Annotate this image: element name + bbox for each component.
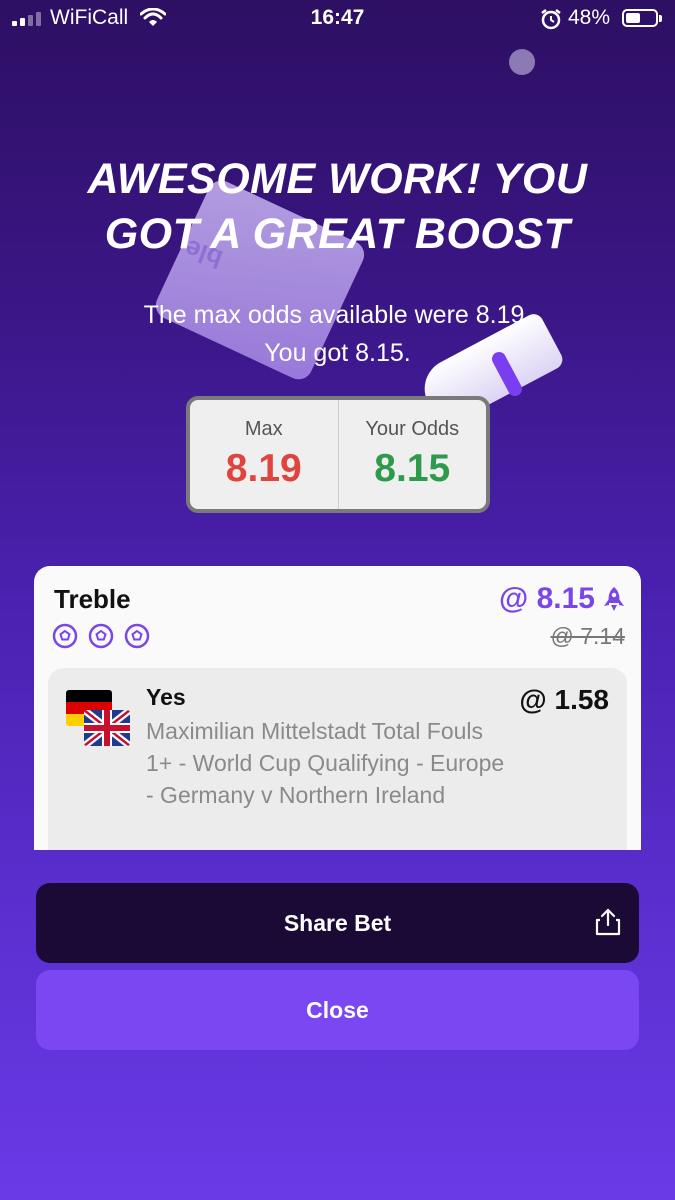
football-icon xyxy=(124,623,150,649)
your-odds-column: Your Odds 8.15 xyxy=(337,400,487,509)
leg-selection: Yes xyxy=(146,684,186,710)
close-button[interactable]: Close xyxy=(36,970,639,1050)
bet-card: Treble @ 8.15 @ 7.14 Yes @ 1.58 Maximili… xyxy=(34,566,641,850)
subtext-line-1: The max odds available were 8.19. xyxy=(143,301,532,329)
football-icon xyxy=(52,623,78,649)
battery-icon xyxy=(622,9,662,27)
max-odds-column: Max 8.19 xyxy=(190,400,338,509)
your-odds-label: Your Odds xyxy=(365,418,460,440)
uk-flag-icon xyxy=(84,710,130,746)
max-odds-value: 8.19 xyxy=(225,447,302,490)
subtext-line-2: You got 8.15. xyxy=(264,339,411,367)
headline-line-2: GOT A GREAT BOOST xyxy=(104,210,571,258)
boosted-odds-value: @ 8.15 xyxy=(499,582,595,615)
battery-percent: 48% xyxy=(568,6,611,29)
rocket-icon xyxy=(604,587,624,611)
your-odds-value: 8.15 xyxy=(374,447,451,490)
headline-line-1: AWESOME WORK! YOU xyxy=(87,155,588,203)
share-icon xyxy=(595,908,621,936)
leg-indicators xyxy=(52,623,150,649)
close-label: Close xyxy=(306,997,369,1023)
headline: AWESOME WORK! YOU GOT A GREAT BOOST xyxy=(40,152,635,262)
decorative-dot xyxy=(509,49,535,75)
odds-comparison-panel: Max 8.19 Your Odds 8.15 xyxy=(186,396,490,513)
leg-odds: @ 1.58 xyxy=(519,684,609,715)
subtext: The max odds available were 8.19. You go… xyxy=(60,296,615,372)
share-bet-button[interactable]: Share Bet xyxy=(36,883,639,963)
football-icon xyxy=(88,623,114,649)
boosted-odds: @ 8.15 xyxy=(499,582,625,616)
team-flags xyxy=(66,690,132,750)
alarm-icon xyxy=(541,9,561,30)
share-bet-label: Share Bet xyxy=(283,910,392,936)
max-odds-label: Max xyxy=(244,418,283,440)
bet-type-title: Treble xyxy=(54,584,131,614)
leg-description: Maximilian Mittelstadt Total Fouls 1+ - … xyxy=(146,718,505,808)
original-odds: @ 7.14 xyxy=(550,623,625,649)
bet-leg[interactable]: Yes @ 1.58 Maximilian Mittelstadt Total … xyxy=(48,668,627,850)
status-bar: WiFiCall 16:47 48% xyxy=(0,0,675,40)
